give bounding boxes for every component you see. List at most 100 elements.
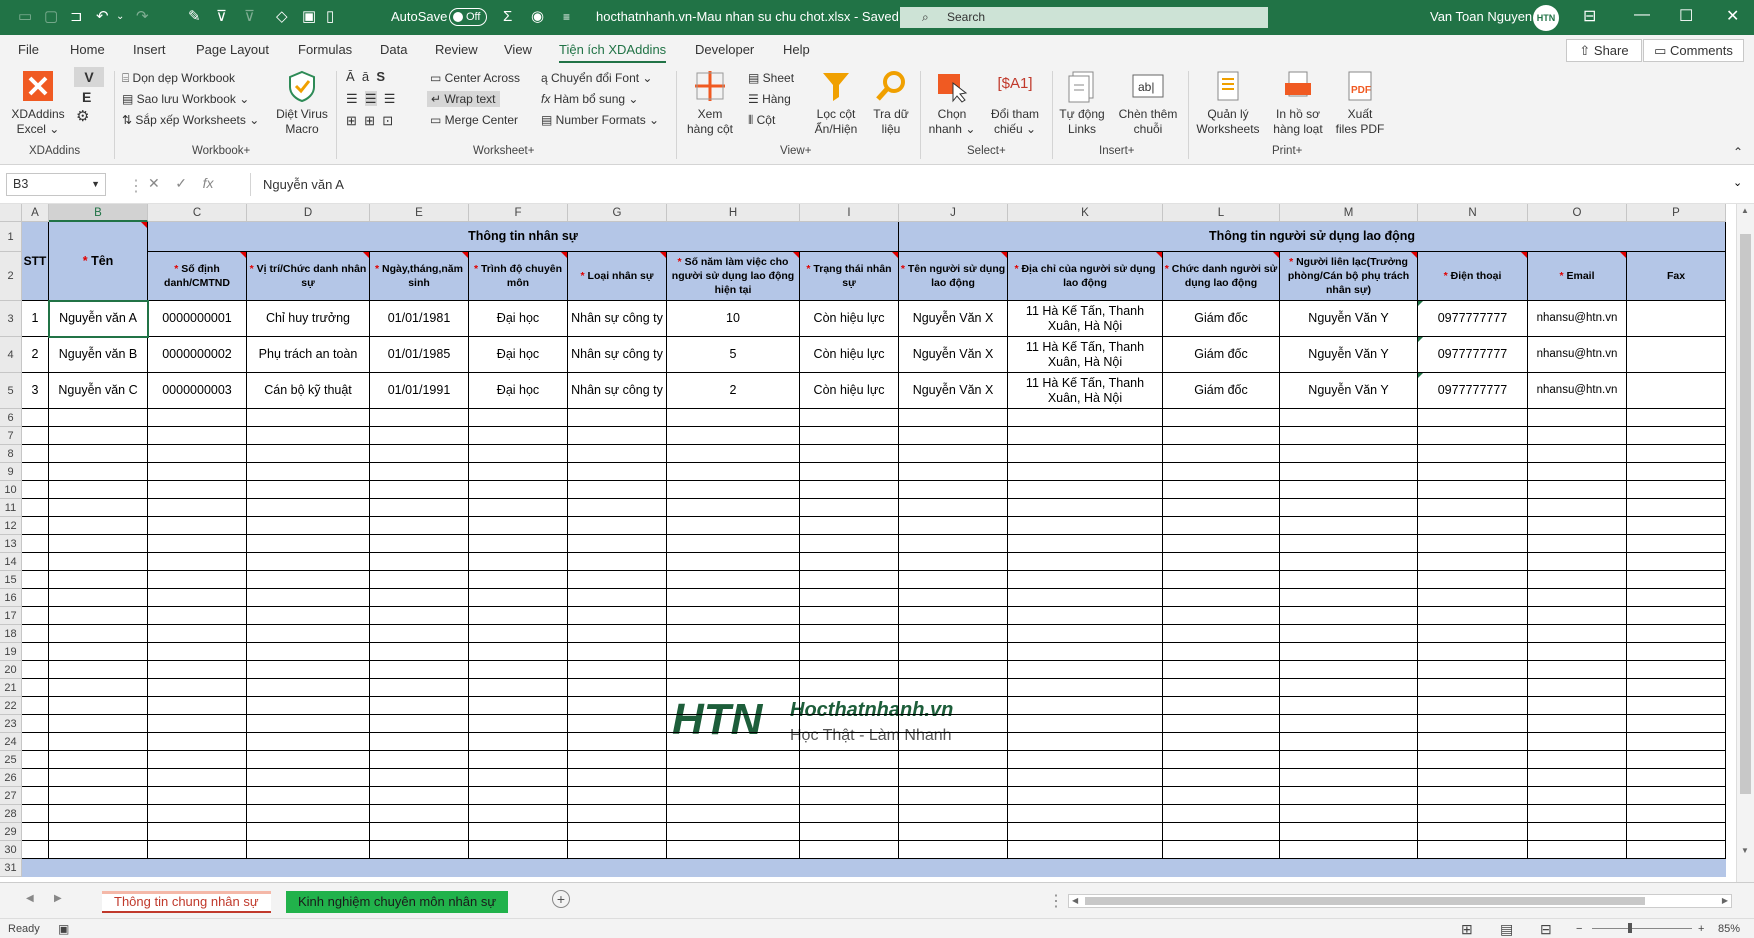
empty-cell[interactable] xyxy=(1528,445,1627,463)
empty-cell[interactable] xyxy=(800,463,899,481)
empty-cell[interactable] xyxy=(370,823,469,841)
empty-cell[interactable] xyxy=(1280,805,1418,823)
empty-cell[interactable] xyxy=(568,625,667,643)
new-icon[interactable]: ▢ xyxy=(44,8,58,26)
empty-cell[interactable] xyxy=(469,553,568,571)
empty-cell[interactable] xyxy=(247,841,370,859)
row-header-18[interactable]: 18 xyxy=(0,625,22,643)
empty-cell[interactable] xyxy=(1163,787,1280,805)
user-name[interactable]: Van Toan Nguyen xyxy=(1430,9,1532,24)
column-header-e[interactable]: E xyxy=(370,204,469,222)
empty-cell[interactable] xyxy=(1418,553,1528,571)
empty-cell[interactable] xyxy=(469,517,568,535)
cell-o3[interactable]: nhansu@htn.vn xyxy=(1528,301,1627,337)
empty-cell[interactable] xyxy=(1627,697,1726,715)
empty-cell[interactable] xyxy=(148,805,247,823)
empty-cell[interactable] xyxy=(49,661,148,679)
empty-cell[interactable] xyxy=(469,607,568,625)
empty-cell[interactable] xyxy=(1627,571,1726,589)
empty-cell[interactable] xyxy=(899,535,1008,553)
empty-cell[interactable] xyxy=(22,445,49,463)
empty-cell[interactable] xyxy=(1163,445,1280,463)
empty-cell[interactable] xyxy=(22,625,49,643)
empty-cell[interactable] xyxy=(370,679,469,697)
empty-cell[interactable] xyxy=(469,679,568,697)
empty-cell[interactable] xyxy=(1008,661,1163,679)
empty-cell[interactable] xyxy=(370,409,469,427)
empty-cell[interactable] xyxy=(247,715,370,733)
empty-cell[interactable] xyxy=(667,769,800,787)
row-header-16[interactable]: 16 xyxy=(0,589,22,607)
empty-cell[interactable] xyxy=(1528,697,1627,715)
empty-cell[interactable] xyxy=(800,823,899,841)
empty-cell[interactable] xyxy=(49,679,148,697)
empty-cell[interactable] xyxy=(49,463,148,481)
cell-a3[interactable]: 1 xyxy=(22,301,49,337)
cell-o5[interactable]: nhansu@htn.vn xyxy=(1528,373,1627,409)
cell-n4[interactable]: 0977777777 xyxy=(1418,337,1528,373)
empty-cell[interactable] xyxy=(370,571,469,589)
row-header-9[interactable]: 9 xyxy=(0,463,22,481)
empty-cell[interactable] xyxy=(469,535,568,553)
empty-cell[interactable] xyxy=(148,571,247,589)
empty-cell[interactable] xyxy=(49,607,148,625)
macro-record-icon[interactable]: ▣ xyxy=(58,919,69,938)
normal-view-icon[interactable]: ⊞ xyxy=(1461,919,1473,938)
empty-cell[interactable] xyxy=(1418,589,1528,607)
empty-cell[interactable] xyxy=(1528,769,1627,787)
empty-cell[interactable] xyxy=(1163,823,1280,841)
empty-cell[interactable] xyxy=(1528,661,1627,679)
cell-h5[interactable]: 2 xyxy=(667,373,800,409)
empty-cell[interactable] xyxy=(247,697,370,715)
empty-cell[interactable] xyxy=(1418,841,1528,859)
align-center-icon[interactable]: ☰ xyxy=(364,91,377,106)
empty-cell[interactable] xyxy=(1008,481,1163,499)
empty-cell[interactable] xyxy=(247,823,370,841)
cell-h4[interactable]: 5 xyxy=(667,337,800,373)
avatar[interactable]: HTN xyxy=(1533,5,1559,31)
xem-hang-cot-button[interactable]: Xem hàng cột xyxy=(684,69,736,137)
empty-cell[interactable] xyxy=(1528,715,1627,733)
empty-cell[interactable] xyxy=(800,715,899,733)
empty-cell[interactable] xyxy=(1280,823,1418,841)
empty-cell[interactable] xyxy=(370,661,469,679)
empty-cell[interactable] xyxy=(568,679,667,697)
column-header-n[interactable]: N xyxy=(1418,204,1528,222)
document-icon[interactable]: ▯ xyxy=(326,8,334,26)
column-header-p[interactable]: P xyxy=(1627,204,1726,222)
cell-p5[interactable] xyxy=(1627,373,1726,409)
empty-cell[interactable] xyxy=(247,427,370,445)
empty-cell[interactable] xyxy=(49,697,148,715)
settings-gear-icon[interactable]: ⚙ xyxy=(76,109,89,125)
empty-cell[interactable] xyxy=(800,535,899,553)
row-header-30[interactable]: 30 xyxy=(0,841,22,859)
empty-cell[interactable] xyxy=(899,751,1008,769)
empty-cell[interactable] xyxy=(800,679,899,697)
empty-cell[interactable] xyxy=(1008,823,1163,841)
row-header-29[interactable]: 29 xyxy=(0,823,22,841)
empty-cell[interactable] xyxy=(899,769,1008,787)
empty-cell[interactable] xyxy=(899,589,1008,607)
empty-cell[interactable] xyxy=(22,697,49,715)
empty-cell[interactable] xyxy=(49,841,148,859)
empty-cell[interactable] xyxy=(1163,625,1280,643)
empty-cell[interactable] xyxy=(1280,589,1418,607)
empty-cell[interactable] xyxy=(469,733,568,751)
empty-cell[interactable] xyxy=(1280,481,1418,499)
maximize-icon[interactable]: ☐ xyxy=(1679,6,1693,26)
page-layout-view-icon[interactable]: ▤ xyxy=(1500,919,1513,938)
empty-cell[interactable] xyxy=(899,481,1008,499)
row-header-23[interactable]: 23 xyxy=(0,715,22,733)
zoom-in-icon[interactable]: + xyxy=(1698,919,1704,938)
cell-l4[interactable]: Giám đốc xyxy=(1163,337,1280,373)
empty-cell[interactable] xyxy=(568,715,667,733)
empty-cell[interactable] xyxy=(800,481,899,499)
empty-cell[interactable] xyxy=(1008,553,1163,571)
empty-cell[interactable] xyxy=(1280,697,1418,715)
empty-cell[interactable] xyxy=(1528,805,1627,823)
empty-cell[interactable] xyxy=(22,823,49,841)
empty-cell[interactable] xyxy=(49,445,148,463)
don-dep-workbook-button[interactable]: ⌸ Dọn dẹp Workbook xyxy=(122,70,235,86)
hang-button[interactable]: ☰ Hàng xyxy=(748,91,791,107)
empty-cell[interactable] xyxy=(899,499,1008,517)
